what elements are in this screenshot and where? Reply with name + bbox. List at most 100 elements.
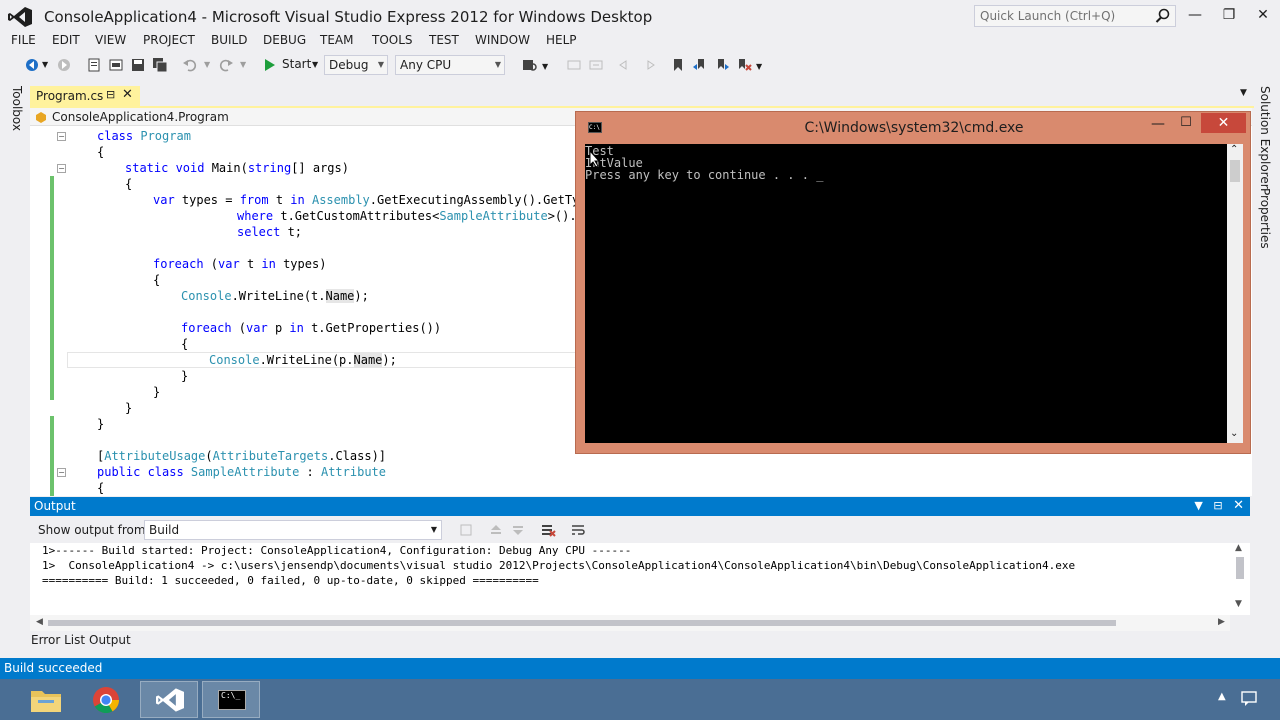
chevron-down-icon[interactable]: ▼ — [1194, 499, 1202, 512]
next-message-icon[interactable] — [510, 522, 526, 538]
word-wrap-icon[interactable] — [570, 522, 586, 538]
output-source-dropdown[interactable]: Build ▼ — [144, 520, 442, 540]
find-in-files-icon[interactable] — [522, 57, 538, 73]
output-text-area[interactable]: 1>------ Build started: Project: Console… — [30, 543, 1250, 615]
bottom-tool-tabs: Error List Output — [26, 631, 426, 651]
show-hidden-icons-icon[interactable]: ▲ — [1218, 691, 1226, 702]
action-center-icon[interactable] — [1240, 691, 1258, 707]
redo-icon[interactable] — [218, 57, 234, 73]
open-file-icon[interactable] — [108, 57, 124, 73]
outline-collapse-icon[interactable]: − — [57, 164, 66, 173]
menu-project[interactable]: PROJECT — [143, 33, 195, 47]
toolbox-tab[interactable]: Toolbox — [10, 86, 24, 131]
outline-collapse-icon[interactable]: − — [57, 132, 66, 141]
restore-button[interactable]: ❐ — [1214, 4, 1244, 26]
close-icon[interactable]: ✕ — [122, 87, 133, 102]
chevron-down-icon: ▼ — [430, 525, 437, 534]
pin-icon[interactable]: ⊟ — [1213, 499, 1222, 512]
navigate-back-icon[interactable] — [24, 57, 40, 73]
output-panel-header[interactable]: Output ▼ ⊟ ✕ — [30, 497, 1250, 516]
navigate-forward-icon[interactable] — [56, 57, 72, 73]
toolbar-overflow-icon[interactable]: ▼ — [756, 62, 762, 71]
comment-out-icon[interactable] — [566, 57, 582, 73]
save-icon[interactable] — [130, 57, 146, 73]
chevron-down-icon[interactable]: ▼ — [240, 60, 246, 69]
console-scrollbar[interactable]: ⌃ ⌄ — [1227, 144, 1243, 443]
increase-indent-icon[interactable] — [640, 57, 656, 73]
outline-collapse-icon[interactable]: − — [57, 468, 66, 477]
scroll-down-icon[interactable]: ▼ — [1235, 599, 1242, 609]
code-line: [AttributeUsage(AttributeTargets.Class)] — [97, 449, 387, 463]
tab-error-list[interactable]: Error List — [31, 633, 85, 647]
show-output-label: Show output from: — [38, 523, 150, 537]
properties-tab[interactable]: Properties — [1258, 188, 1272, 249]
console-maximize-button[interactable]: ☐ — [1176, 115, 1196, 130]
output-horizontal-scrollbar[interactable]: ◀ ▶ — [30, 615, 1230, 631]
uncomment-icon[interactable] — [588, 57, 604, 73]
scrollbar-thumb[interactable] — [1230, 160, 1240, 182]
console-close-button[interactable]: ✕ — [1201, 113, 1246, 133]
go-to-message-icon[interactable] — [458, 522, 474, 538]
code-line: select t; — [237, 225, 303, 239]
taskbar-file-explorer[interactable] — [18, 681, 76, 718]
minimize-button[interactable]: — — [1180, 4, 1210, 26]
chevron-down-icon[interactable]: ▼ — [204, 60, 210, 69]
console-title-bar[interactable]: C:\ C:\Windows\system32\cmd.exe — ☐ ✕ — [576, 112, 1250, 144]
chevron-down-icon: ▼ — [494, 60, 501, 69]
start-debugging-button[interactable]: Start ▼ — [262, 56, 322, 74]
quick-launch-input[interactable]: Quick Launch (Ctrl+Q) — [974, 5, 1176, 27]
menu-edit[interactable]: EDIT — [52, 33, 80, 47]
bookmark-icon[interactable] — [670, 57, 686, 73]
scrollbar-thumb[interactable] — [48, 620, 1116, 626]
console-minimize-button[interactable]: — — [1148, 116, 1168, 132]
clear-all-icon[interactable] — [540, 522, 556, 538]
console-output[interactable]: Test IntValue Press any key to continue … — [585, 144, 1227, 443]
code-line: { — [153, 273, 161, 287]
menu-help[interactable]: HELP — [546, 33, 577, 47]
undo-icon[interactable] — [182, 57, 198, 73]
previous-message-icon[interactable] — [488, 522, 504, 538]
close-button[interactable]: ✕ — [1248, 4, 1278, 26]
menu-build[interactable]: BUILD — [211, 33, 247, 47]
solution-configuration-dropdown[interactable]: Debug ▼ — [324, 55, 388, 75]
previous-bookmark-icon[interactable] — [692, 57, 708, 73]
save-all-icon[interactable] — [152, 57, 168, 73]
scroll-left-icon[interactable]: ◀ — [36, 617, 43, 627]
console-line: Press any key to continue . . . _ — [585, 168, 824, 182]
scroll-down-icon[interactable]: ⌄ — [1230, 428, 1238, 439]
changed-lines-indicator — [50, 176, 54, 400]
output-panel-controls: ▼ ⊟ ✕ — [1194, 498, 1244, 513]
chevron-down-icon[interactable]: ▼ — [542, 62, 548, 71]
code-line: Console.WriteLine(p.Name); — [209, 353, 397, 367]
tab-program-cs[interactable]: Program.cs ⊟ ✕ — [30, 86, 140, 106]
scroll-up-icon[interactable]: ⌃ — [1230, 144, 1238, 155]
next-bookmark-icon[interactable] — [714, 57, 730, 73]
pin-icon[interactable]: ⊟ — [106, 88, 115, 101]
menu-view[interactable]: VIEW — [95, 33, 126, 47]
scrollbar-thumb[interactable] — [1236, 557, 1244, 579]
menu-tools[interactable]: TOOLS — [372, 33, 413, 47]
scroll-right-icon[interactable]: ▶ — [1218, 617, 1225, 627]
close-icon[interactable]: ✕ — [1233, 498, 1244, 513]
configuration-value: Debug — [329, 58, 369, 72]
menu-team[interactable]: TEAM — [320, 33, 353, 47]
taskbar-chrome[interactable] — [78, 681, 136, 718]
chevron-down-icon[interactable]: ▼ — [1240, 88, 1247, 98]
output-line: 1> ConsoleApplication4 -> c:\users\jense… — [42, 559, 1076, 572]
menu-debug[interactable]: DEBUG — [263, 33, 306, 47]
menu-window[interactable]: WINDOW — [475, 33, 530, 47]
chevron-down-icon[interactable]: ▼ — [42, 60, 48, 69]
taskbar-command-prompt[interactable]: C:\_ — [202, 681, 260, 718]
clear-bookmarks-icon[interactable] — [736, 57, 752, 73]
platform-value: Any CPU — [400, 58, 452, 72]
new-project-icon[interactable] — [86, 57, 102, 73]
console-window[interactable]: C:\ C:\Windows\system32\cmd.exe — ☐ ✕ Te… — [575, 111, 1251, 454]
tab-output[interactable]: Output — [89, 633, 131, 647]
decrease-indent-icon[interactable] — [618, 57, 634, 73]
menu-file[interactable]: FILE — [11, 33, 36, 47]
menu-test[interactable]: TEST — [429, 33, 459, 47]
taskbar-visual-studio[interactable] — [140, 681, 198, 718]
scroll-up-icon[interactable]: ▲ — [1235, 543, 1242, 553]
solution-explorer-tab[interactable]: Solution Explorer — [1258, 86, 1272, 189]
solution-platform-dropdown[interactable]: Any CPU ▼ — [395, 55, 505, 75]
